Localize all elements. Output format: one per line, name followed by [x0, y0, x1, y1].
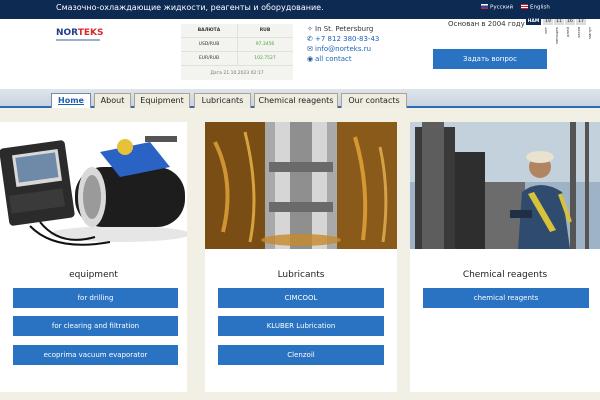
all-contact-link[interactable]: ◉ all contact	[307, 54, 379, 64]
counter-unit: минут	[587, 27, 592, 40]
rates-pair: EUR/RUB	[198, 56, 220, 61]
kluber-lubrication-button[interactable]: KLUBER Lubrication	[218, 316, 384, 336]
tab-home[interactable]: Home	[51, 93, 91, 108]
rates-value: 97.3456	[255, 42, 275, 47]
language-russian-link[interactable]: Русский	[481, 4, 513, 12]
map-marker-icon: ◉	[307, 55, 314, 63]
clearing-filtration-button[interactable]: for clearing and filtration	[13, 316, 178, 336]
tab-lubricants[interactable]: Lubricants	[194, 93, 251, 108]
logo-underline	[56, 39, 100, 41]
category-card-equipment: equipment for drilling for clearing and …	[0, 122, 187, 392]
counter-unit: часов	[576, 27, 581, 39]
contact-email[interactable]: ✉ info@norteks.ru	[307, 44, 379, 54]
contacts-block: ✧ In St. Petersburg ✆ +7 812 380-83-43 ✉ in…	[307, 24, 379, 64]
contact-city-text: In St. Petersburg	[315, 25, 374, 33]
language-english-label: English	[530, 4, 550, 11]
rates-value: 102.7527	[254, 56, 276, 61]
contact-email-text: info@norteks.ru	[315, 45, 372, 53]
uk-flag-icon	[521, 4, 528, 9]
cimcool-button[interactable]: CIMCOOL	[218, 288, 384, 308]
phone-icon: ✆	[307, 35, 313, 43]
all-contact-text: all contact	[315, 55, 352, 63]
rates-header-row: ВАЛЮТА RUB	[181, 24, 293, 38]
header: NORTEKS ВАЛЮТА RUB USD/RUB 97.3456 EUR/R…	[0, 19, 600, 89]
rates-date: Дата 21.10.2023 02:17	[210, 71, 264, 76]
contact-phone-text: +7 812 380-83-43	[315, 35, 380, 43]
card-title: equipment	[69, 270, 118, 280]
clenzoil-button[interactable]: Clenzoil	[218, 345, 384, 365]
lubricants-photo[interactable]	[205, 122, 397, 249]
ask-question-button[interactable]: Задать вопрос	[433, 49, 547, 69]
lubricants-illustration	[205, 122, 397, 249]
currency-rates-widget: ВАЛЮТА RUB USD/RUB 97.3456 EUR/RUB 102.7…	[181, 24, 293, 80]
counter-number: 19	[543, 19, 553, 25]
company-age-counter: НАМ 19 11 16 17 лет месяцев дней часов м…	[526, 19, 596, 46]
for-drilling-button[interactable]: for drilling	[13, 288, 178, 308]
tab-our-contacts[interactable]: Our contacts	[341, 93, 407, 108]
founded-text: Основан в 2004 году	[448, 20, 525, 28]
rates-pair: USD/RUB	[198, 42, 220, 47]
main-nav: Home About Equipment Lubricants Chemical…	[0, 89, 600, 108]
counter-number: 17	[576, 19, 586, 25]
language-russian-label: Русский	[490, 4, 514, 11]
tab-chemical-reagents[interactable]: Chemical reagents	[254, 93, 338, 108]
envelope-icon: ✉	[307, 45, 313, 53]
chemical-reagents-button[interactable]: chemical reagents	[423, 288, 589, 308]
tagline: Смазочно-охлаждающие жидкости, реагенты …	[56, 3, 324, 12]
rates-row: EUR/RUB 102.7527	[181, 52, 293, 66]
card-title: Lubricants	[277, 270, 325, 280]
equipment-photo[interactable]	[0, 122, 187, 249]
logo[interactable]: NORTEKS	[56, 27, 103, 43]
contact-city: ✧ In St. Petersburg	[307, 24, 379, 34]
counter-unit: дней	[565, 27, 570, 37]
equipment-illustration	[0, 122, 187, 249]
counter-number: 11	[554, 19, 564, 25]
top-bar: Смазочно-охлаждающие жидкости, реагенты …	[0, 0, 600, 19]
vacuum-evaporator-button[interactable]: ecoprima vacuum evaporator	[13, 345, 178, 365]
rates-header-rub: RUB	[259, 28, 271, 33]
russia-flag-icon	[481, 4, 488, 9]
chemical-reagents-photo[interactable]	[410, 122, 600, 249]
tab-about[interactable]: About	[94, 93, 131, 108]
logo-part-2: TEKS	[77, 28, 104, 38]
rates-header-currency: ВАЛЮТА	[197, 28, 221, 33]
counter-number: 16	[565, 19, 575, 25]
pin-icon: ✧	[307, 25, 313, 33]
category-card-lubricants: Lubricants CIMCOOL KLUBER Lubrication Cl…	[205, 122, 397, 392]
tab-equipment[interactable]: Equipment	[134, 93, 190, 108]
category-card-chemical-reagents: Chemical reagents chemical reagents	[410, 122, 600, 392]
card-title: Chemical reagents	[462, 270, 548, 280]
counter-unit: месяцев	[554, 27, 559, 44]
logo-part-1: NOR	[56, 28, 78, 38]
drilling-rig-illustration	[410, 122, 600, 249]
rates-row: USD/RUB 97.3456	[181, 38, 293, 52]
language-english-link[interactable]: English	[521, 4, 550, 12]
contact-phone[interactable]: ✆ +7 812 380-83-43	[307, 34, 379, 44]
counter-label: НАМ	[526, 19, 541, 25]
counter-unit: лет	[543, 27, 548, 34]
